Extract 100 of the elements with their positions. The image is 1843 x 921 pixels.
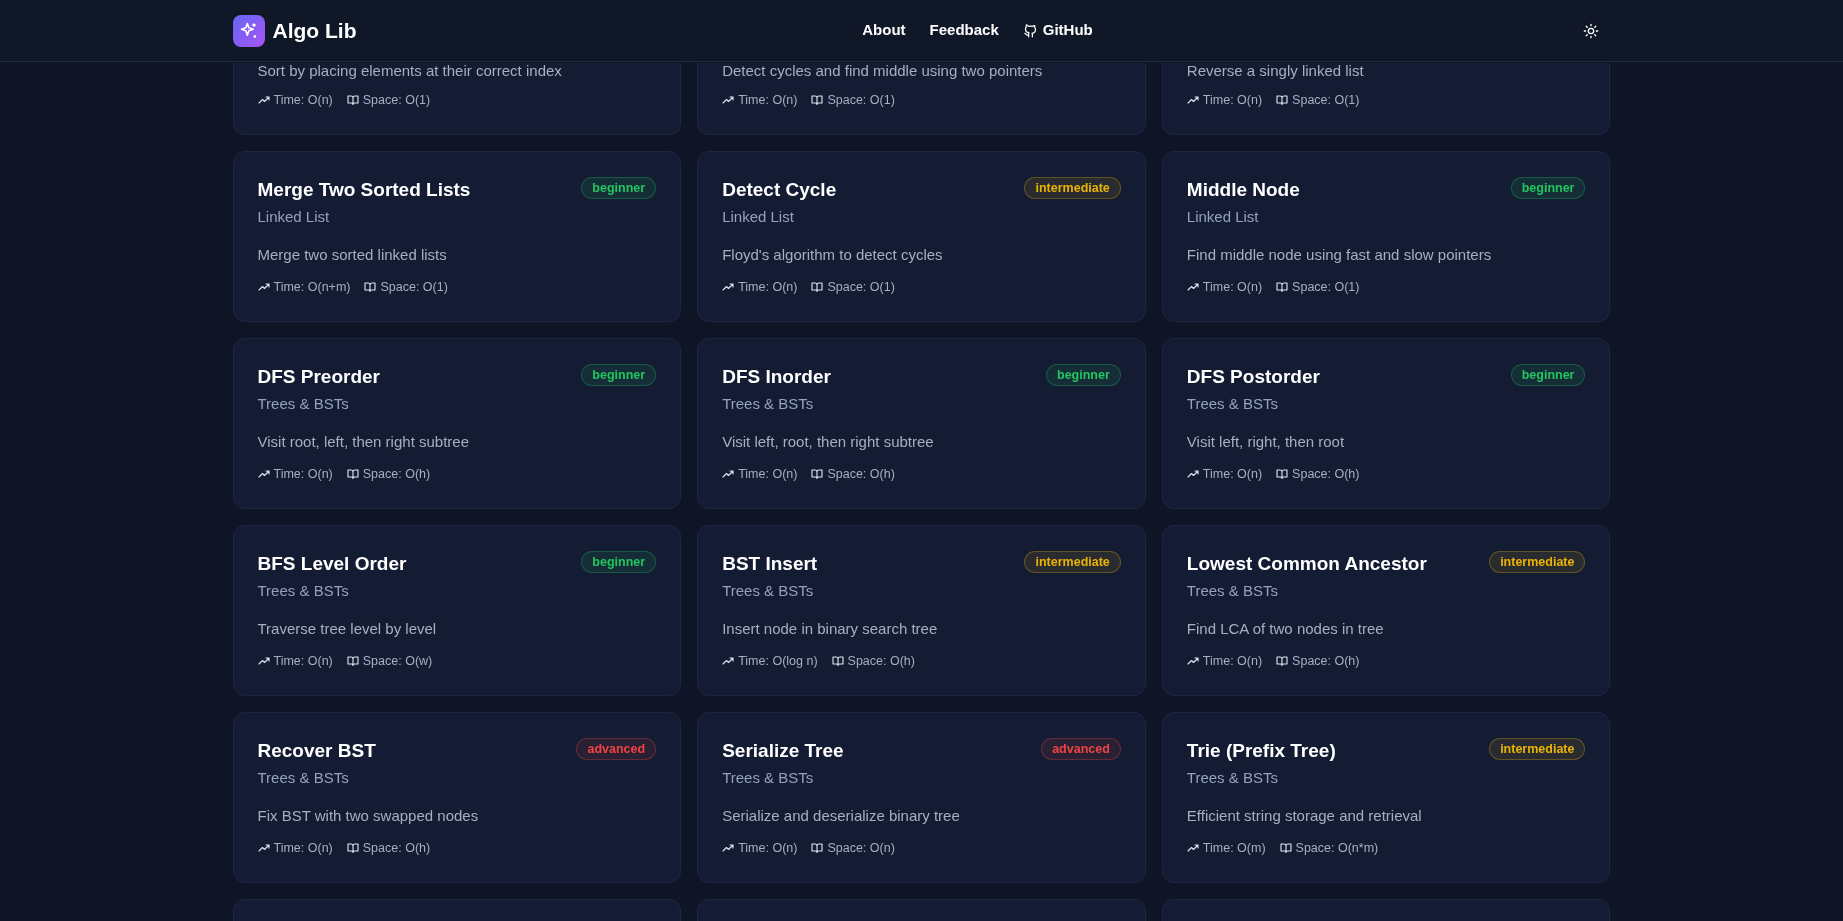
trend-up-icon <box>722 281 735 293</box>
algorithm-card[interactable]: Detect cycles and find middle using two pointers Time: O(n) Space: O(1) <box>697 63 1146 135</box>
time-complexity: Time: O(n) <box>1186 278 1263 296</box>
book-icon <box>1279 842 1292 854</box>
algorithm-card[interactable]: Recover BST advanced Trees & BSTs Fix BST with two swapped nodes Time: O(n) Space: O(h) <box>232 712 682 883</box>
difficulty-badge: beginner <box>1510 177 1586 199</box>
card-title: Serialize Tree <box>722 739 844 763</box>
time-complexity: Time: O(n) <box>1186 652 1263 670</box>
sun-icon <box>1582 22 1599 39</box>
card-description: Find middle node using fast and slow pointers <box>1186 245 1493 265</box>
space-complexity: Space: O(n) <box>811 839 895 857</box>
card-title: BST Insert <box>722 552 818 576</box>
trend-up-icon <box>1186 655 1199 667</box>
card-title: Recover BST <box>257 739 376 763</box>
nav-link[interactable]: About <box>862 19 906 42</box>
card-category: Trees & BSTs <box>257 394 350 414</box>
card-description: Reverse a singly linked list <box>1186 63 1365 79</box>
difficulty-badge: beginner <box>581 177 657 199</box>
algorithm-card[interactable]: Lowest Common Ancestor intermediate Trees & BSTs Find LCA of two nodes in tree Time: O(n) Space: O(h) <box>1161 525 1611 696</box>
algorithm-card[interactable]: BST Insert intermediate Trees & BSTs Insert node in binary search tree Time: O(log n) Space: O(h) <box>697 525 1146 696</box>
difficulty-badge: beginner <box>1510 364 1586 386</box>
card-title: Middle Node <box>1186 178 1300 202</box>
difficulty-badge: advanced <box>576 738 657 760</box>
trend-up-icon <box>257 655 270 667</box>
difficulty-badge: advanced <box>1041 738 1121 760</box>
trend-up-icon <box>722 468 735 480</box>
algorithm-card[interactable]: Trie (Prefix Tree) intermediate Trees & BSTs Efficient string storage and retrieval Time: O(m) Space: O(n*m) <box>1161 712 1611 883</box>
time-complexity: Time: O(n+m) <box>257 278 351 296</box>
trend-up-icon <box>1186 468 1199 480</box>
github-icon <box>1022 23 1038 38</box>
difficulty-badge: beginner <box>581 364 657 386</box>
card-category: Trees & BSTs <box>722 581 815 601</box>
algorithm-card[interactable]: DFS Inorder beginner Trees & BSTs Visit left, root, then right subtree Time: O(n) Space: O(h) <box>697 338 1146 509</box>
time-complexity: Time: O(n) <box>722 465 798 483</box>
logo-icon[interactable] <box>232 14 265 47</box>
time-complexity: Time: O(n) <box>722 278 798 296</box>
card-category: Trees & BSTs <box>1186 581 1279 601</box>
card-category: Trees & BSTs <box>1186 394 1279 414</box>
book-icon <box>1276 281 1289 293</box>
book-icon <box>1276 655 1289 667</box>
card-title: DFS Inorder <box>722 365 831 389</box>
nav-link[interactable]: Feedback <box>929 19 999 42</box>
algorithm-card[interactable]: DFS Postorder beginner Trees & BSTs Visit left, right, then root Time: O(n) Space: O(h) <box>1161 338 1611 509</box>
space-complexity: Space: O(1) <box>1276 278 1360 296</box>
difficulty-badge: intermediate <box>1024 177 1121 199</box>
book-icon <box>1276 94 1289 106</box>
book-icon <box>811 281 824 293</box>
time-complexity: Time: O(m) <box>1186 839 1266 857</box>
card-description: Floyd's algorithm to detect cycles <box>722 245 944 265</box>
algorithm-card[interactable]: Reverse a singly linked list Time: O(n) Space: O(1) <box>1161 63 1611 135</box>
time-complexity: Time: O(n) <box>257 652 333 670</box>
time-complexity: Time: O(n) <box>257 91 333 109</box>
difficulty-badge: intermediate <box>1489 738 1586 760</box>
space-complexity: Space: O(w) <box>346 652 433 670</box>
algorithm-card[interactable]: BFS Level Order beginner Trees & BSTs Traverse tree level by level Time: O(n) Space: O(w) <box>232 525 682 696</box>
card-category: Trees & BSTs <box>722 768 815 788</box>
space-complexity: Space: O(h) <box>811 465 895 483</box>
difficulty-badge: beginner <box>581 551 657 573</box>
trend-up-icon <box>1186 94 1199 106</box>
algorithm-card[interactable]: Serialize Tree advanced Trees & BSTs Serialize and deserialize binary tree Time: O(n) Space: O(n) <box>697 712 1146 883</box>
time-complexity: Time: O(n) <box>722 91 798 109</box>
card-description: Visit root, left, then right subtree <box>257 432 470 452</box>
space-complexity: Space: O(1) <box>811 91 895 109</box>
difficulty-badge: intermediate <box>1024 551 1121 573</box>
card-category: Trees & BSTs <box>1186 768 1279 788</box>
card-description: Detect cycles and find middle using two pointers <box>722 63 1044 79</box>
card-title: Detect Cycle <box>722 178 837 202</box>
card-category: Linked List <box>722 207 795 227</box>
card-title: Merge Two Sorted Lists <box>257 178 471 202</box>
space-complexity: Space: O(n*m) <box>1279 839 1379 857</box>
card-description: Traverse tree level by level <box>257 619 438 639</box>
space-complexity: Space: O(1) <box>346 91 431 109</box>
algorithm-card[interactable]: Sort by placing elements at their correct index Time: O(n) Space: O(1) <box>232 63 682 135</box>
time-complexity: Time: O(n) <box>257 465 333 483</box>
card-description: Sort by placing elements at their correct index <box>257 63 563 79</box>
time-complexity: Time: O(n) <box>1186 465 1263 483</box>
book-icon <box>364 281 377 293</box>
algorithm-card[interactable]: DFS Preorder beginner Trees & BSTs Visit root, left, then right subtree Time: O(n) Space: O(h) <box>232 338 682 509</box>
card-category: Trees & BSTs <box>722 394 815 414</box>
card-title: Trie (Prefix Tree) <box>1186 739 1336 763</box>
card-title: BFS Level Order <box>257 552 407 576</box>
difficulty-badge: beginner <box>1046 364 1121 386</box>
trend-up-icon <box>1186 842 1199 854</box>
time-complexity: Time: O(n) <box>722 839 798 857</box>
card-description: Visit left, root, then right subtree <box>722 432 935 452</box>
brand-name[interactable]: Algo Lib <box>272 14 357 47</box>
card-description: Efficient string storage and retrieval <box>1186 806 1423 826</box>
space-complexity: Space: O(h) <box>1276 465 1360 483</box>
nav-link[interactable]: GitHub <box>1022 19 1093 42</box>
book-icon <box>346 94 359 106</box>
algorithm-card[interactable]: Middle Node beginner Linked List Find middle node using fast and slow pointers Time: O(n) Space: O(1) <box>1161 151 1611 322</box>
card-description: Fix BST with two swapped nodes <box>257 806 480 826</box>
card-description: Find LCA of two nodes in tree <box>1186 619 1385 639</box>
trend-up-icon <box>257 842 270 854</box>
algorithm-card[interactable]: Detect Cycle intermediate Linked List Floyd's algorithm to detect cycles Time: O(n) Space: O(1) <box>697 151 1146 322</box>
trend-up-icon <box>722 94 735 106</box>
space-complexity: Space: O(h) <box>346 465 431 483</box>
time-complexity: Time: O(n) <box>1186 91 1263 109</box>
algorithm-card[interactable]: Merge Two Sorted Lists beginner Linked List Merge two sorted linked lists Time: O(n+m) Space: O(1) <box>232 151 682 322</box>
book-icon <box>1276 468 1289 480</box>
